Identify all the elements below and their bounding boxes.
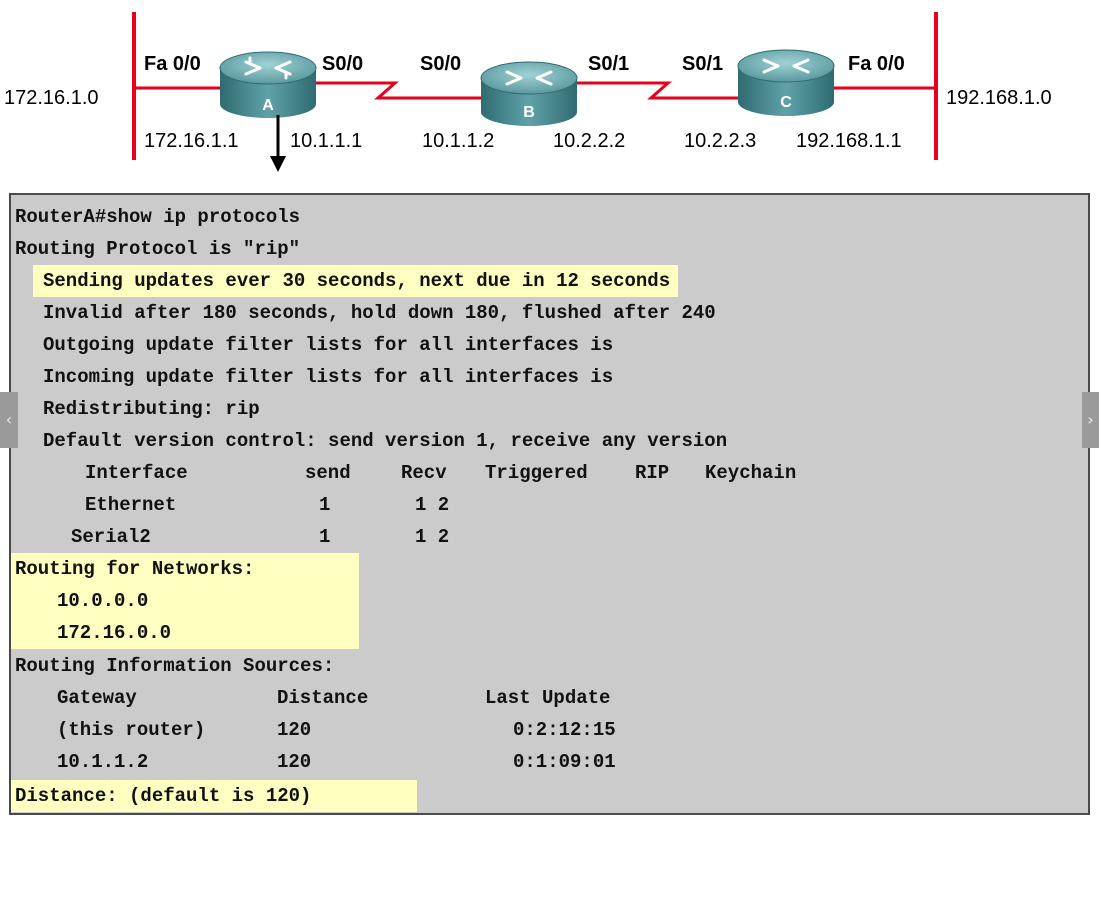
- col-send: send: [305, 462, 351, 484]
- terminal-output-panel: RouterA#show ip protocols Routing Protoc…: [9, 193, 1090, 815]
- prompt-line: RouterA#show ip protocols: [15, 206, 301, 228]
- left-network-label: 172.16.1.0: [4, 87, 99, 109]
- distance-line: Distance: (default is 120): [15, 785, 312, 807]
- recv-version: 1 2: [415, 526, 450, 548]
- gateway-cell: 10.1.1.2: [57, 751, 149, 773]
- router-a-icon: A: [219, 51, 317, 118]
- col-keychain: Keychain: [705, 462, 797, 484]
- table-row: (this router) 120 0:2:12:15: [11, 714, 1011, 746]
- table-row: Ethernet 1 1 2: [11, 489, 1011, 521]
- last-update-cell: 0:1:09:01: [513, 751, 616, 773]
- last-update-cell: 0:2:12:15: [513, 719, 616, 741]
- router-b-s00-ip-label: 10.1.1.2: [422, 130, 494, 152]
- outgoing-filter-line: Outgoing update filter lists for all int…: [43, 334, 614, 356]
- col-gateway: Gateway: [57, 687, 137, 709]
- sending-updates-line: Sending updates ever 30 seconds, next du…: [33, 265, 679, 297]
- sources-table-header: Gateway Distance Last Update: [11, 682, 1011, 714]
- output-pointer-arrow: [270, 115, 286, 172]
- svg-text:A: A: [262, 97, 274, 114]
- send-version: 1: [319, 494, 331, 516]
- interface-table-header: Interface send Recv Triggered RIP Keycha…: [11, 457, 1011, 489]
- table-row: Serial2 1 1 2: [11, 521, 1011, 553]
- send-version: 1: [319, 526, 331, 548]
- incoming-filter-line: Incoming update filter lists for all int…: [43, 366, 614, 388]
- network-entry: 10.0.0.0: [57, 590, 149, 612]
- version-control-line: Default version control: send version 1,…: [43, 430, 728, 452]
- router-b-s01-interface-label: S0/1: [588, 53, 629, 75]
- previous-slide-tab[interactable]: ‹: [0, 392, 18, 448]
- router-a-fa-interface-label: Fa 0/0: [144, 53, 201, 75]
- gateway-cell: (this router): [57, 719, 206, 741]
- sources-heading: Routing Information Sources:: [15, 655, 335, 677]
- router-b-s00-interface-label: S0/0: [420, 53, 461, 75]
- col-triggered: Triggered: [485, 462, 588, 484]
- col-last-update: Last Update: [485, 687, 611, 709]
- protocol-line: Routing Protocol is "rip": [15, 238, 301, 260]
- router-a-fa-ip-label: 172.16.1.1: [144, 130, 239, 152]
- network-entry: 172.16.0.0: [57, 622, 172, 644]
- network-topology-diagram: A B C 172.16.1.0 192.168.1.0 Fa 0/0 S0/0…: [4, 12, 1052, 172]
- serial-link-a-b: [310, 81, 484, 100]
- col-distance: Distance: [277, 687, 369, 709]
- router-c-fa-ip-label: 192.168.1.1: [796, 130, 902, 152]
- svg-text:C: C: [780, 94, 792, 111]
- table-row: 10.1.1.2 120 0:1:09:01: [11, 746, 1011, 778]
- networks-heading: Routing for Networks:: [15, 558, 255, 580]
- router-c-serial-ip-label: 10.2.2.3: [684, 130, 756, 152]
- col-rip: RIP: [635, 462, 670, 484]
- distance-cell: 120: [277, 719, 312, 741]
- redistributing-line: Redistributing: rip: [43, 398, 260, 420]
- svg-text:B: B: [523, 104, 535, 121]
- col-interface: Interface: [85, 462, 188, 484]
- interface-name: Ethernet: [85, 494, 177, 516]
- recv-version: 1 2: [415, 494, 450, 516]
- router-a-serial-ip-label: 10.1.1.1: [290, 130, 362, 152]
- interface-name: Serial2: [71, 526, 151, 548]
- distance-cell: 120: [277, 751, 312, 773]
- right-network-label: 192.168.1.0: [946, 87, 1052, 109]
- router-c-icon: C: [737, 49, 835, 116]
- col-recv: Recv: [401, 462, 447, 484]
- router-a-serial-interface-label: S0/0: [322, 53, 363, 75]
- serial-link-b-c: [572, 81, 742, 100]
- timers-line: Invalid after 180 seconds, hold down 180…: [43, 302, 716, 324]
- router-b-s01-ip-label: 10.2.2.2: [553, 130, 625, 152]
- router-c-serial-interface-label: S0/1: [682, 53, 723, 75]
- next-slide-tab[interactable]: ›: [1082, 392, 1099, 448]
- router-b-icon: B: [480, 61, 578, 126]
- router-c-fa-interface-label: Fa 0/0: [848, 53, 905, 75]
